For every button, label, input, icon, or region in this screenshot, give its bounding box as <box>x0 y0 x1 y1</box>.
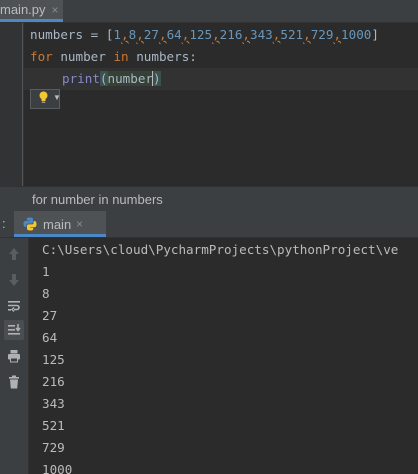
gutter-divider <box>22 23 23 186</box>
code-line-1: numbers = [1,8,27,64,125,216,343,521,729… <box>30 24 379 46</box>
variable-numbers: numbers <box>30 27 84 42</box>
close-icon[interactable]: × <box>52 3 59 17</box>
chevron-down-icon[interactable]: ▼ <box>53 93 61 102</box>
list-comma: , <box>212 27 220 42</box>
editor-gutter <box>0 23 24 186</box>
list-close-bracket: ] <box>371 27 379 42</box>
assign-operator: = <box>83 27 106 42</box>
console-output-line: 125 <box>42 352 65 367</box>
breadcrumb: for number in numbers <box>0 186 418 212</box>
keyword-for: for <box>30 49 53 64</box>
python-icon <box>23 217 37 231</box>
open-paren: ( <box>99 71 108 86</box>
tab-main-py[interactable]: main.py × <box>0 0 63 22</box>
code-line-2: for number in numbers: <box>30 46 197 68</box>
rerun-up-icon[interactable] <box>6 246 22 262</box>
editor-tab-bar: main.py × <box>0 0 418 23</box>
list-number: 343 <box>250 27 273 42</box>
list-number: 64 <box>166 27 182 42</box>
list-number: 521 <box>280 27 304 42</box>
loop-iterable: numbers: <box>136 49 197 64</box>
console-output-line: 64 <box>42 330 58 345</box>
close-paren: ) <box>153 71 161 86</box>
run-panel-title-fragment: : <box>2 216 6 231</box>
loop-variable: number <box>60 49 106 64</box>
list-comma: , <box>242 27 251 42</box>
console-output-line: 27 <box>42 308 58 323</box>
breadcrumb-item[interactable]: for number in numbers <box>32 192 163 207</box>
console-output-line: 1000 <box>42 462 73 474</box>
list-comma: , <box>333 27 342 42</box>
list-number: 27 <box>143 27 159 42</box>
close-icon[interactable]: × <box>76 217 83 231</box>
print-icon[interactable] <box>6 348 22 364</box>
console-output-line: 8 <box>42 286 50 301</box>
list-number: 1 <box>113 27 122 42</box>
console-output[interactable]: C:\Users\cloud\PycharmProjects\pythonPro… <box>29 238 418 474</box>
down-arrow-icon[interactable] <box>6 272 22 288</box>
console-output-line: 521 <box>42 418 65 433</box>
list-comma: , <box>158 27 167 42</box>
list-number: 729 <box>310 27 334 42</box>
builtin-print: print <box>62 71 100 86</box>
run-command-line: C:\Users\cloud\PycharmProjects\pythonPro… <box>42 242 399 257</box>
code-line-3: print(number) <box>30 68 161 90</box>
run-tab-label: main <box>43 217 72 232</box>
list-comma: , <box>136 27 144 42</box>
scroll-to-end-icon[interactable] <box>4 320 24 340</box>
list-comma: , <box>121 27 129 42</box>
console-output-line: 343 <box>42 396 65 411</box>
tab-filename: main.py <box>0 2 46 17</box>
lightbulb-icon[interactable] <box>38 91 49 104</box>
list-comma: , <box>303 27 311 42</box>
console-output-line: 216 <box>42 374 65 389</box>
console-output-line: 729 <box>42 440 65 455</box>
code-editor[interactable]: numbers = [1,8,27,64,125,216,343,521,729… <box>0 23 418 186</box>
trash-icon[interactable] <box>6 374 22 390</box>
list-number: 216 <box>219 27 243 42</box>
soft-wrap-icon[interactable] <box>6 298 22 314</box>
list-number: 1000 <box>341 27 372 42</box>
console-toolbar <box>0 238 29 474</box>
print-argument: number <box>107 71 154 86</box>
list-values: 1,8,27,64,125,216,343,521,729,1000 <box>113 27 371 42</box>
run-panel-header: : main × <box>0 211 418 238</box>
keyword-in: in <box>113 49 129 64</box>
list-number: 125 <box>189 27 213 42</box>
console-output-line: 1 <box>42 264 50 279</box>
